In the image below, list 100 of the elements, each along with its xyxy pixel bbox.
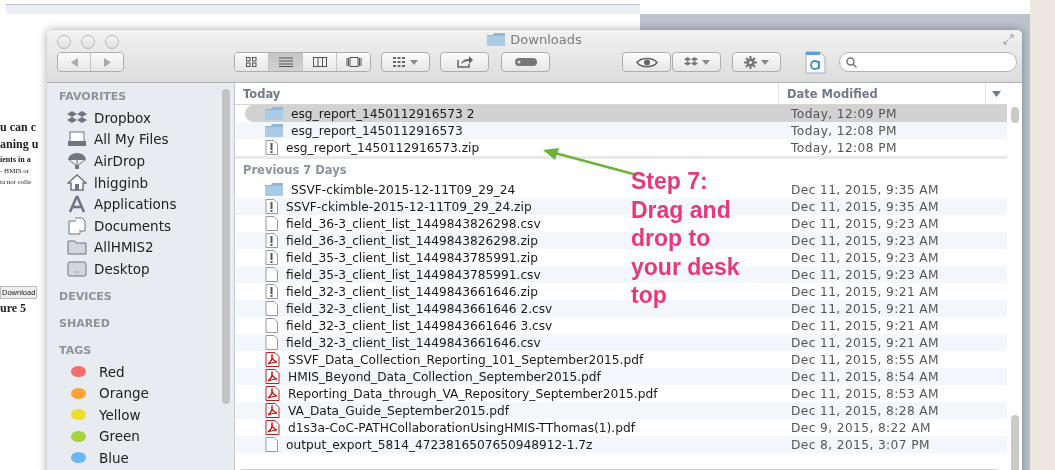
back-icon <box>70 57 78 67</box>
sort-icon <box>992 90 1001 97</box>
file-name[interactable]: field_36-3_client_list_1449843826298.zip <box>286 233 538 248</box>
grid-icon <box>393 57 406 67</box>
date-modified: Dec 11, 2015, 8:54 AM <box>790 369 939 384</box>
date-modified: Dec 11, 2015, 9:21 AM <box>790 318 939 333</box>
file-name[interactable]: field_36-3_client_list_1449843826298.csv <box>286 216 541 231</box>
file-name[interactable]: field_32-3_client_list_1449843661646 3.csv <box>286 318 553 333</box>
date-modified: Dec 11, 2015, 9:23 AM <box>790 250 939 265</box>
sidebar-item[interactable]: Orange <box>59 382 234 404</box>
file-name[interactable]: SSVF-ckimble-2015-12-11T09_29_24.zip <box>286 199 532 214</box>
dropbox-button[interactable] <box>672 52 721 72</box>
view-mode-button[interactable] <box>235 53 269 71</box>
file-name[interactable]: esg_report_1450112916573 2 <box>291 106 475 121</box>
date-modified: Dec 11, 2015, 9:23 AM <box>790 216 939 231</box>
icon-grid-icon <box>246 57 257 67</box>
file-name[interactable]: esg_report_1450112916573.zip <box>286 140 480 155</box>
file-name[interactable]: esg_report_1450112916573 <box>291 123 463 138</box>
date-modified: Today, 12:09 PM <box>790 106 897 121</box>
dictionary-icon[interactable] <box>805 50 826 74</box>
scrollbar[interactable] <box>1011 107 1019 123</box>
file-name[interactable]: field_32-3_client_list_1449843661646.zip <box>286 284 538 299</box>
sidebar-item[interactable]: All My Files <box>59 128 234 151</box>
file-name[interactable]: field_32-3_client_list_1449843661646 2.csv <box>286 301 553 316</box>
list-icon <box>278 57 293 67</box>
date-modified: Dec 11, 2015, 9:21 AM <box>790 301 939 316</box>
date-modified: Dec 11, 2015, 8:55 AM <box>790 352 939 367</box>
sidebar-item[interactable]: Applications <box>59 193 234 215</box>
document-text: u can c <box>0 120 37 135</box>
sidebar-item[interactable]: lhigginb <box>59 171 234 194</box>
file-name[interactable]: field_35-3_client_list_1449843785991.zip <box>286 250 538 265</box>
file-name[interactable]: HMIS_Beyond_Data_Collection_September2015.pdf <box>288 369 601 384</box>
sidebar-heading: FAVORITES <box>59 89 128 105</box>
sidebar-item[interactable]: Red <box>59 360 234 383</box>
search-field[interactable] <box>839 52 1017 72</box>
forward-icon <box>103 57 111 67</box>
column-header[interactable]: Date Modified <box>779 83 986 104</box>
window-title: Downloads <box>510 32 582 47</box>
column-header[interactable]: Today <box>235 83 779 104</box>
date-modified: Dec 11, 2015, 9:35 AM <box>790 182 939 197</box>
navigation-control[interactable] <box>57 52 124 72</box>
date-modified: Dec 11, 2015, 8:28 AM <box>790 403 939 418</box>
date-modified: Dec 9, 2015, 8:22 AM <box>790 420 931 435</box>
date-modified: Dec 11, 2015, 9:23 AM <box>790 233 939 248</box>
file-name[interactable]: d1s3a-CoC-PATHCollaborationUsingHMIS-TThomas(1).pdf <box>288 420 635 435</box>
search-icon <box>846 56 857 68</box>
document-text: ients in a <box>0 155 32 164</box>
app-store-icon <box>67 195 87 214</box>
folder-icon <box>67 239 87 256</box>
file-name[interactable]: output_export_5814_4723816507650948912-1.7z <box>286 437 593 452</box>
action-button[interactable] <box>732 52 781 72</box>
columns-icon <box>312 57 327 67</box>
file-name[interactable]: VA_Data_Guide_September2015.pdf <box>288 403 510 418</box>
desktop-icon <box>67 260 87 277</box>
date-modified: Dec 11, 2015, 9:21 AM <box>790 284 939 299</box>
dropbox-icon <box>67 109 87 126</box>
folder-icon <box>265 124 283 137</box>
caret-icon <box>761 59 769 65</box>
sidebar-heading: SHARED <box>59 315 111 332</box>
date-modified: Dec 11, 2015, 9:35 AM <box>790 199 939 214</box>
view-mode-button[interactable] <box>269 53 303 71</box>
tag-button[interactable] <box>501 52 550 72</box>
scrollbar[interactable] <box>222 89 230 404</box>
file-name[interactable]: field_32-3_client_list_1449843661646.csv <box>286 335 541 350</box>
sidebar-heading: DEVICES <box>59 288 113 305</box>
view-mode-control[interactable] <box>234 52 371 72</box>
view-mode-button[interactable] <box>337 53 370 71</box>
gear-icon <box>744 55 757 69</box>
sidebar-item[interactable]: Dropbox <box>59 107 234 129</box>
sidebar-item[interactable]: Desktop <box>59 258 234 280</box>
quick-look-button[interactable] <box>622 52 671 72</box>
annotation-text: Step 7: Drag and drop to your desk top <box>631 167 740 310</box>
back-button[interactable] <box>58 53 91 71</box>
date-modified: Dec 11, 2015, 8:53 AM <box>790 386 939 401</box>
house-icon <box>67 174 87 192</box>
share-button[interactable] <box>440 52 489 72</box>
file-name[interactable]: SSVF-ckimble-2015-12-11T09_29_24 <box>291 182 516 197</box>
sidebar-item[interactable]: Green <box>59 425 234 448</box>
document-text: aning u <box>0 137 40 152</box>
sidebar-item[interactable]: Blue <box>59 447 234 469</box>
folder-icon <box>487 33 506 46</box>
sidebar-item[interactable]: Documents <box>59 214 234 237</box>
view-mode-button[interactable] <box>303 53 337 71</box>
date-modified: Dec 11, 2015, 9:21 AM <box>790 335 939 350</box>
sidebar-item[interactable]: AllHMIS2 <box>59 236 234 259</box>
fullscreen-icon[interactable] <box>1003 34 1014 45</box>
file-name[interactable]: field_35-3_client_list_1449843785991.csv <box>286 267 541 282</box>
document-text: ure 5 <box>0 301 28 316</box>
folder-icon <box>265 183 283 196</box>
file-name[interactable]: Reporting_Data_through_VA_Repository_September2015.pdf <box>288 386 658 401</box>
sidebar-heading: TAGS <box>59 342 93 359</box>
arrange-button[interactable] <box>381 52 430 72</box>
sidebar-item[interactable]: AirDrop <box>59 150 234 172</box>
parachute-icon <box>67 152 87 170</box>
date-modified: Dec 8, 2015, 3:07 PM <box>790 437 930 452</box>
forward-button[interactable] <box>91 53 123 71</box>
sidebar-item[interactable]: Yellow <box>59 403 234 426</box>
eye-icon <box>635 56 658 68</box>
file-name[interactable]: SSVF_Data_Collection_Reporting_101_September2015.pdf <box>288 352 644 367</box>
date-modified: Today, 12:08 PM <box>790 123 897 138</box>
